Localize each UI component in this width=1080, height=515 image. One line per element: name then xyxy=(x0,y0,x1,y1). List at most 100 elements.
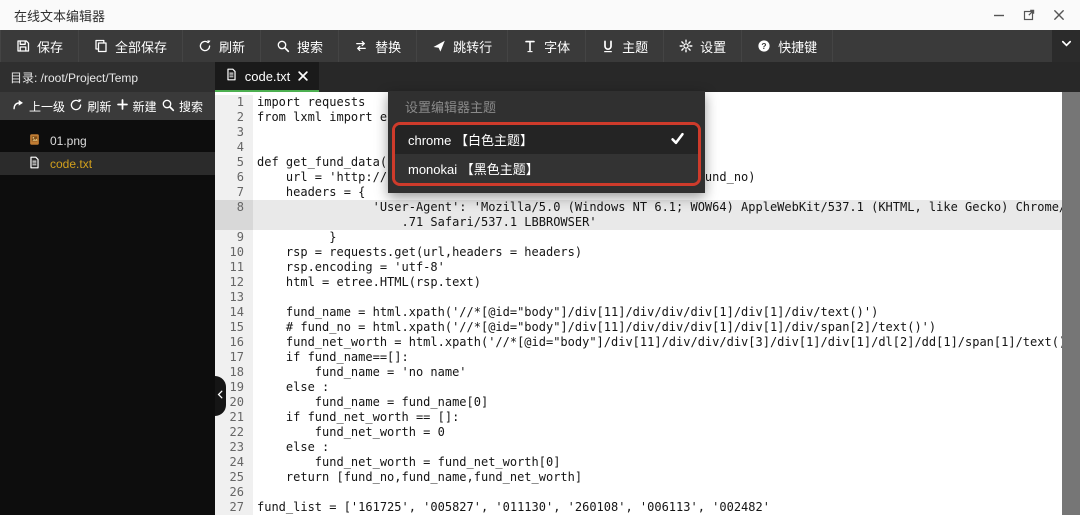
sidebar-collapse-handle[interactable] xyxy=(215,376,226,416)
line-number: 23 xyxy=(215,440,253,455)
toolbar-button-label: 主题 xyxy=(622,37,648,56)
line-number: 4 xyxy=(215,140,253,155)
file-row-code-txt[interactable]: code.txt xyxy=(0,152,215,175)
line-number: 13 xyxy=(215,290,253,305)
toolbar-button-settings[interactable]: 设置 xyxy=(664,30,742,62)
line-text: if fund_name==[]: xyxy=(253,350,1080,365)
toolbar-button-label: 替换 xyxy=(375,37,401,56)
code-line[interactable]: 10 rsp = requests.get(url,headers = head… xyxy=(215,245,1080,260)
toolbar-button-replace[interactable]: 替换 xyxy=(339,30,417,62)
sidebar-action-label: 刷新 xyxy=(87,98,111,115)
toolbar-button-save-all[interactable]: 全部保存 xyxy=(79,30,183,62)
line-text: } xyxy=(253,230,1080,245)
minimize-icon[interactable] xyxy=(992,8,1006,22)
close-icon[interactable] xyxy=(1052,8,1066,22)
code-line[interactable]: 17 if fund_name==[]: xyxy=(215,350,1080,365)
directory-path: 目录: /root/Project/Temp xyxy=(0,62,215,92)
vertical-scrollbar[interactable] xyxy=(1062,92,1080,515)
toolbar-button-label: 快捷键 xyxy=(778,37,817,56)
toolbar-button-goto-line[interactable]: 跳转行 xyxy=(417,30,508,62)
toolbar-button-shortcuts[interactable]: ? 快捷键 xyxy=(742,30,833,62)
toolbar-button-label: 跳转行 xyxy=(453,37,492,56)
code-line[interactable]: 24 fund_net_worth = fund_net_worth[0] xyxy=(215,455,1080,470)
line-text: return [fund_no,fund_name,fund_net_worth… xyxy=(253,470,1080,485)
code-line[interactable]: 11 rsp.encoding = 'utf-8' xyxy=(215,260,1080,275)
line-number: 3 xyxy=(215,125,253,140)
code-line[interactable]: 27 fund_list = ['161725', '005827', '011… xyxy=(215,500,1080,515)
line-text: fund_net_worth = html.xpath('//*[@id="bo… xyxy=(253,335,1080,350)
save-icon xyxy=(16,39,30,53)
toolbar-button-label: 刷新 xyxy=(219,37,245,56)
line-number: 26 xyxy=(215,485,253,500)
code-line[interactable]: 26 xyxy=(215,485,1080,500)
toolbar-collapse-button[interactable] xyxy=(1052,30,1080,62)
check-icon xyxy=(670,131,685,149)
plus-icon xyxy=(116,98,129,114)
line-number: 25 xyxy=(215,470,253,485)
toolbar-buttons: 保存 全部保存 刷新 搜索 替换 跳转行 字体 主题 xyxy=(0,30,833,62)
toolbar-button-font[interactable]: 字体 xyxy=(508,30,586,62)
code-line[interactable]: 12 html = etree.HTML(rsp.text) xyxy=(215,275,1080,290)
tab-close-icon[interactable] xyxy=(297,70,309,82)
window-controls xyxy=(992,8,1066,22)
code-line[interactable]: 14 fund_name = html.xpath('//*[@id="body… xyxy=(215,305,1080,320)
code-line[interactable]: .71 Safari/537.1 LBBROWSER' xyxy=(215,215,1080,230)
toolbar: 保存 全部保存 刷新 搜索 替换 跳转行 字体 主题 xyxy=(0,30,1080,62)
code-line[interactable]: 9 } xyxy=(215,230,1080,245)
tab-code-txt[interactable]: code.txt xyxy=(215,62,319,92)
file-row-01-png[interactable]: 01.png xyxy=(0,129,215,152)
line-text: else : xyxy=(253,380,1080,395)
code-line[interactable]: 16 fund_net_worth = html.xpath('//*[@id=… xyxy=(215,335,1080,350)
sidebar-action-search[interactable]: 搜索 xyxy=(161,98,203,115)
code-line[interactable]: 25 return [fund_no,fund_name,fund_net_wo… xyxy=(215,470,1080,485)
code-line[interactable]: 19 else : xyxy=(215,380,1080,395)
line-text: fund_net_worth = 0 xyxy=(253,425,1080,440)
toolbar-button-theme[interactable]: 主题 xyxy=(586,30,664,62)
line-text: html = etree.HTML(rsp.text) xyxy=(253,275,1080,290)
line-number: 6 xyxy=(215,170,253,185)
toolbar-button-label: 保存 xyxy=(37,37,63,56)
code-line[interactable]: 21 if fund_net_worth == []: xyxy=(215,410,1080,425)
chevron-left-icon xyxy=(215,387,226,405)
line-text: fund_net_worth = fund_net_worth[0] xyxy=(253,455,1080,470)
line-text: .71 Safari/537.1 LBBROWSER' xyxy=(253,215,1080,230)
save-all-icon xyxy=(94,39,108,53)
line-number: 2 xyxy=(215,110,253,125)
sidebar-action-label: 搜索 xyxy=(179,98,203,115)
sidebar-action-refresh[interactable]: 刷新 xyxy=(69,98,111,115)
code-line[interactable]: 8 'User-Agent': 'Mozilla/5.0 (Windows NT… xyxy=(215,200,1080,215)
line-number: 15 xyxy=(215,320,253,335)
line-text: 'User-Agent': 'Mozilla/5.0 (Windows NT 6… xyxy=(253,200,1080,215)
line-number: 22 xyxy=(215,425,253,440)
tab-strip: code.txt xyxy=(215,62,1080,92)
path-tab-row: 目录: /root/Project/Temp code.txt xyxy=(0,62,1080,92)
line-text: rsp = requests.get(url,headers = headers… xyxy=(253,245,1080,260)
tab-label: code.txt xyxy=(245,69,291,84)
maximize-icon[interactable] xyxy=(1022,8,1036,22)
document-icon xyxy=(225,68,238,84)
window-title: 在线文本编辑器 xyxy=(14,6,105,25)
theme-option-chrome[interactable]: chrome 【白色主题】 xyxy=(395,125,698,154)
sidebar-action-up-level[interactable]: 上一级 xyxy=(12,98,65,115)
chevron-down-icon xyxy=(1060,37,1073,55)
code-line[interactable]: 22 fund_net_worth = 0 xyxy=(215,425,1080,440)
toolbar-button-refresh[interactable]: 刷新 xyxy=(183,30,261,62)
line-number: 17 xyxy=(215,350,253,365)
line-number: 11 xyxy=(215,260,253,275)
code-line[interactable]: 13 xyxy=(215,290,1080,305)
code-line[interactable]: 23 else : xyxy=(215,440,1080,455)
theme-option-monokai[interactable]: monokai 【黑色主题】 xyxy=(395,154,698,183)
theme-popup: 设置编辑器主题 chrome 【白色主题】 monokai 【黑色主题】 xyxy=(388,91,705,193)
code-line[interactable]: 15 # fund_no = html.xpath('//*[@id="body… xyxy=(215,320,1080,335)
code-line[interactable]: 18 fund_name = 'no name' xyxy=(215,365,1080,380)
sidebar-action-new[interactable]: 新建 xyxy=(116,98,157,115)
code-line[interactable]: 20 fund_name = fund_name[0] xyxy=(215,395,1080,410)
font-icon xyxy=(523,39,537,53)
theme-option-label: chrome 【白色主题】 xyxy=(408,130,533,149)
toolbar-button-label: 搜索 xyxy=(297,37,323,56)
toolbar-button-save[interactable]: 保存 xyxy=(0,30,79,62)
theme-option-label: monokai 【黑色主题】 xyxy=(408,159,539,178)
line-number: 14 xyxy=(215,305,253,320)
toolbar-button-search[interactable]: 搜索 xyxy=(261,30,339,62)
sidebar-actions: 上一级 刷新 新建 搜索 xyxy=(0,92,215,120)
